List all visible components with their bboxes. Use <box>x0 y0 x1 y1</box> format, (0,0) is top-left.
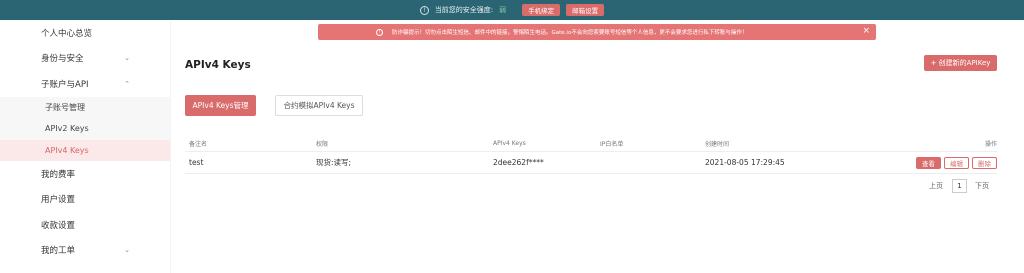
sidebar-item-label: 子账户与API <box>41 79 89 90</box>
sidebar-item-label: 我的工单 <box>41 246 76 257</box>
view-button[interactable]: 查看 <box>916 156 941 169</box>
pagination-next[interactable]: 下页 <box>975 179 989 193</box>
cell-key: 2dee262f**** <box>493 158 544 167</box>
sidebar-item-fees[interactable]: 我的费率 <box>0 161 170 187</box>
security-bar: ! 当前您的安全强度: 弱 手机绑定 邮箱设置 <box>0 0 1024 20</box>
cell-created: 2021-08-05 17:29:45 <box>705 158 785 167</box>
column-header-actions: 操作 <box>984 141 997 148</box>
anti-fraud-banner: ! 防诈骗提示！切勿点击陌生短信、邮件中的链接，警惕陌生电话。Gate.io不会… <box>318 24 876 40</box>
sidebar-item-payment-settings[interactable]: 收款设置 <box>0 212 170 238</box>
column-header-permission: 权限 <box>316 141 329 148</box>
delete-button[interactable]: 删除 <box>972 156 997 169</box>
email-settings-button[interactable]: 邮箱设置 <box>566 4 605 16</box>
chevron-down-icon: ⌄ <box>124 246 130 255</box>
main-panel: ! 防诈骗提示！切勿点击陌生短信、邮件中的链接，警惕陌生电话。Gate.io不会… <box>171 20 1024 273</box>
security-strength-level: 弱 <box>499 6 507 14</box>
table-row: test 现货:读写; 2dee262f**** 2021-08-05 17:2… <box>185 152 997 174</box>
shield-icon: ! <box>419 5 429 15</box>
sidebar-item-label: 收款设置 <box>41 220 76 231</box>
pagination-prev[interactable]: 上页 <box>929 179 943 193</box>
table-header: 备注名 权限 APIv4 Keys IP白名单 创建时间 操作 <box>185 136 997 152</box>
sidebar-item-overview[interactable]: 个人中心总览 <box>0 20 170 46</box>
sidebar-item-tickets[interactable]: 我的工单 ⌄ <box>0 238 170 264</box>
chevron-up-icon: ⌃ <box>124 79 130 88</box>
edit-button[interactable]: 编辑 <box>944 156 969 169</box>
row-actions: 查看 编辑 删除 <box>913 152 997 173</box>
create-api-key-button[interactable]: + 创建新的APIKey <box>924 55 997 71</box>
tab-apiv4-keys-management[interactable]: APIv4 Keys管理 <box>185 95 256 116</box>
bind-phone-button[interactable]: 手机绑定 <box>522 4 561 16</box>
chevron-down-icon: ⌄ <box>124 54 130 63</box>
sidebar-item-user-settings[interactable]: 用户设置 <box>0 187 170 213</box>
sidebar-item-label: 用户设置 <box>41 195 76 206</box>
cell-name: test <box>189 158 204 167</box>
column-header-key: APIv4 Keys <box>493 140 526 147</box>
close-icon[interactable]: × <box>862 26 870 36</box>
pagination-current-page[interactable]: 1 <box>952 179 967 193</box>
sidebar-item-subaccount-api[interactable]: 子账户与API ⌃ <box>0 71 170 97</box>
sidebar: 个人中心总览 身份与安全 ⌄ 子账户与API ⌃ 子账号管理 APIv2 Key… <box>0 20 170 273</box>
anti-fraud-text: 防诈骗提示！切勿点击陌生短信、邮件中的链接，警惕陌生电话。Gate.io不会向您… <box>392 30 748 36</box>
column-header-ip-whitelist: IP白名单 <box>600 141 624 148</box>
page-title: APIv4 Keys <box>185 59 251 71</box>
sidebar-item-label: 个人中心总览 <box>41 28 93 39</box>
sidebar-subitem-apiv2-keys[interactable]: APIv2 Keys <box>0 118 170 140</box>
sidebar-item-identity-security[interactable]: 身份与安全 ⌄ <box>0 46 170 72</box>
column-header-created: 创建时间 <box>705 141 730 148</box>
alert-icon: ! <box>376 28 383 36</box>
sidebar-subitem-subaccount[interactable]: 子账号管理 <box>0 97 170 119</box>
cell-permission: 现货:读写; <box>316 158 352 167</box>
column-header-name: 备注名 <box>189 141 208 148</box>
security-strength-label: 当前您的安全强度: <box>434 6 494 14</box>
sidebar-item-label: 身份与安全 <box>41 54 84 65</box>
sidebar-submenu: 子账号管理 APIv2 Keys APIv4 Keys <box>0 96 170 161</box>
sidebar-item-label: 我的费率 <box>41 169 76 180</box>
tab-futures-testnet-keys[interactable]: 合约模拟APIv4 Keys <box>275 95 363 116</box>
sidebar-subitem-apiv4-keys[interactable]: APIv4 Keys <box>0 139 170 161</box>
